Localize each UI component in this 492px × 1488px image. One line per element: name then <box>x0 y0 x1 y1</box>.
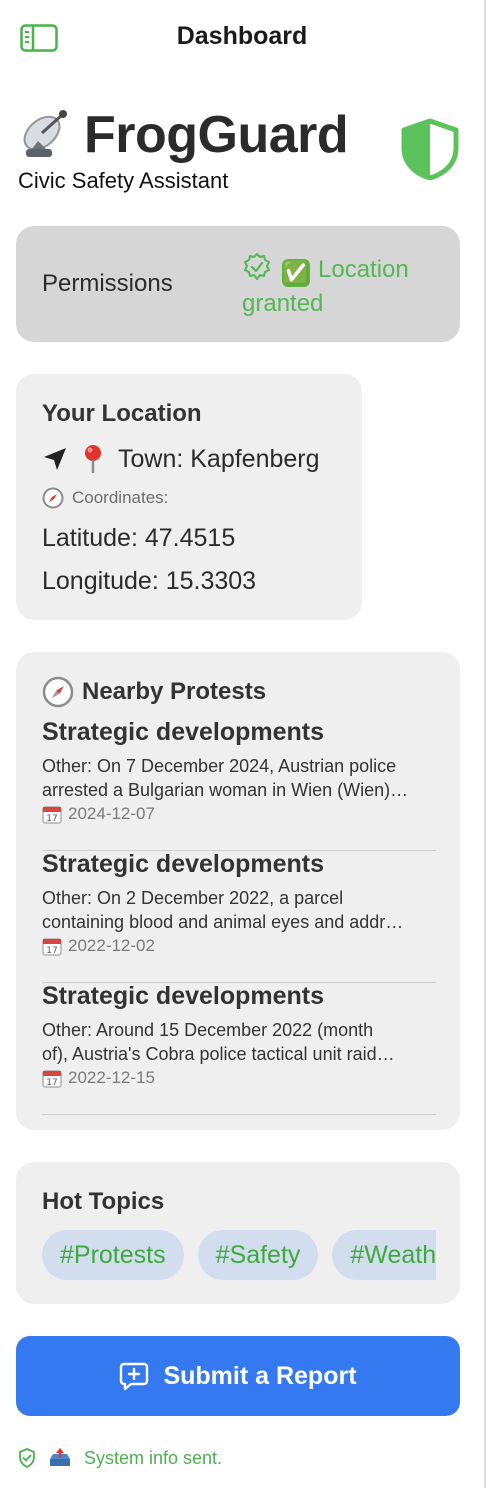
compass-icon <box>42 676 74 708</box>
permissions-card: Permissions ✅ Location granted <box>16 226 460 342</box>
verified-badge-icon <box>244 253 270 280</box>
satellite-dish-icon <box>23 110 67 157</box>
app-title: FrogGuard <box>84 106 349 164</box>
protests-heading-row: Nearby Protests <box>42 676 266 708</box>
submit-report-button[interactable]: Submit a Report <box>16 1336 460 1416</box>
window-edge <box>484 0 486 1488</box>
protest-description: Other: On 7 December 2024, Austrian poli… <box>42 756 409 800</box>
submit-label: Submit a Report <box>163 1361 357 1390</box>
protest-description: Other: On 2 December 2022, a parcel conta… <box>42 888 404 932</box>
protest-item[interactable]: Strategic developments Other: Around 15 … <box>42 982 436 1115</box>
page-title: Dashboard <box>176 22 308 50</box>
location-heading: Your Location <box>42 400 202 427</box>
permissions-label: Permissions <box>42 270 173 297</box>
protest-title: Strategic developments <box>42 718 325 746</box>
calendar-icon: 17 <box>42 806 62 824</box>
hot-topics-card: Hot Topics #Protests #Safety #Weather <box>16 1162 460 1304</box>
protest-description: Other: Around 15 December 2022 (month of)… <box>42 1020 395 1064</box>
topic-chips-scroller[interactable]: #Protests #Safety #Weather <box>42 1230 436 1280</box>
location-card: Your Location Town: Kapfenberg Coordinat… <box>16 374 362 620</box>
shield-check-icon <box>19 1448 35 1468</box>
svg-text:17: 17 <box>46 1078 57 1088</box>
nearby-protests-card: Nearby Protests Strategic developments O… <box>16 652 460 1130</box>
top-bar: Dashboard <box>0 0 484 76</box>
protest-date-row: 17 2022-12-02 <box>42 936 155 956</box>
outbox-tray-icon <box>50 1448 70 1466</box>
protest-title: Strategic developments <box>42 850 325 878</box>
protests-heading: Nearby Protests <box>82 678 267 705</box>
svg-text:17: 17 <box>46 814 57 824</box>
topic-chip[interactable]: #Protests <box>42 1230 184 1280</box>
topics-heading: Hot Topics <box>42 1188 165 1215</box>
pin-icon <box>85 445 101 473</box>
protest-date-row: 17 2022-12-15 <box>42 1068 155 1088</box>
protest-date-row: 17 2024-12-07 <box>42 804 155 824</box>
app-header: FrogGuard Civic Safety Assistant <box>16 100 476 200</box>
app-subtitle: Civic Safety Assistant <box>18 168 229 193</box>
location-arrow-icon <box>44 448 66 470</box>
calendar-icon: 17 <box>42 938 62 956</box>
add-message-icon <box>120 1362 149 1391</box>
protest-item[interactable]: Strategic developments Other: On 2 Decem… <box>42 850 436 983</box>
topic-chip[interactable]: #Safety <box>197 1230 319 1280</box>
protest-item[interactable]: Strategic developments Other: On 7 Decem… <box>42 718 436 851</box>
protest-date: 2022-12-02 <box>68 936 155 955</box>
longitude-value: Longitude: 15.3303 <box>42 567 257 595</box>
coordinates-label: Coordinates: <box>72 488 169 507</box>
permission-status: ✅ Location granted <box>242 252 442 321</box>
latitude-value: Latitude: 47.4515 <box>42 524 236 552</box>
protest-date: 2022-12-15 <box>68 1068 155 1087</box>
town-row: Town: Kapfenberg <box>42 444 320 474</box>
town-label: Town: Kapfenberg <box>118 444 320 473</box>
svg-text:17: 17 <box>46 946 57 956</box>
protest-date: 2024-12-07 <box>68 804 155 823</box>
footer-status-text: System info sent. <box>84 1447 223 1468</box>
footer-status: System info sent. <box>18 1447 222 1469</box>
coordinates-row: Coordinates: <box>42 487 168 509</box>
topic-chip[interactable]: #Weather <box>332 1230 436 1280</box>
compass-icon <box>42 487 64 509</box>
check-mark-icon: ✅ <box>282 259 310 287</box>
protest-title: Strategic developments <box>42 982 325 1010</box>
calendar-icon: 17 <box>42 1070 62 1088</box>
shield-icon <box>401 118 459 180</box>
